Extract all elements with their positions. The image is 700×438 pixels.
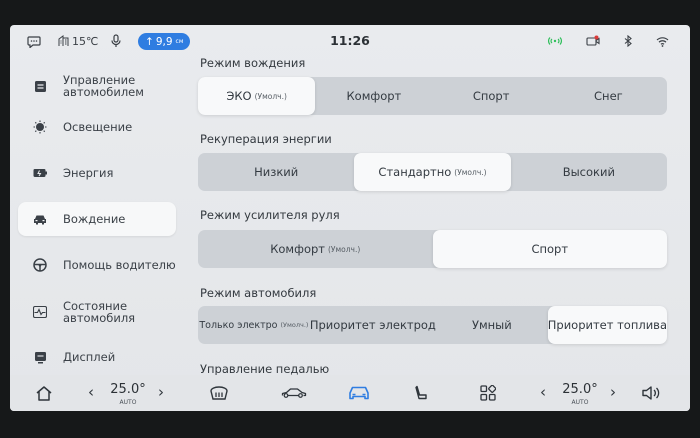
section-title-vehicle-mode: Режим автомобиля — [200, 286, 317, 300]
camera-record-icon — [586, 32, 600, 50]
sidebar-item-energy[interactable]: Энергия — [18, 156, 176, 190]
sidebar-item-label: Управление автомобилем — [63, 72, 144, 99]
section-title-steering-assist: Режим усилителя руля — [200, 208, 340, 222]
option-ev-priority[interactable]: Приоритет электрод — [310, 306, 436, 344]
option-default-note: (Умолч.) — [454, 167, 487, 177]
steering-wheel-icon — [33, 258, 47, 272]
chevron-right-icon[interactable]: › — [158, 383, 164, 401]
sidebar-item-label: Освещение — [63, 119, 133, 134]
right-temp-value: 25.0° — [562, 382, 598, 397]
option-fuel-priority[interactable]: Приоритет топлива — [547, 306, 668, 344]
sidebar-item-label: Энергия — [63, 165, 114, 180]
option-label: Приоритет топлива — [547, 318, 668, 332]
option-sport[interactable]: Спорт — [433, 77, 550, 115]
right-auto-label: AUTO — [571, 399, 589, 406]
regeneration-selector: Низкий Стандартно (Умолч.) Высокий — [198, 153, 667, 191]
option-label: Спорт — [472, 89, 510, 103]
option-label: Умный — [471, 318, 512, 332]
option-label: Высокий — [562, 165, 615, 179]
sidebar-item-vehicle-control[interactable]: Управление автомобилем — [18, 69, 176, 103]
right-climate-control: ‹ 25.0° AUTO › — [538, 377, 622, 409]
drive-mode-selector: ЭКО (Умолч.) Комфорт Спорт Снег — [198, 77, 667, 115]
option-ev-only[interactable]: Только электро (Умолч.) — [198, 306, 310, 344]
left-temp-value: 25.0° — [110, 382, 146, 397]
steering-mode-selector: Комфорт (Умолч.) Спорт — [198, 230, 667, 268]
option-default-note: (Умолч.) — [280, 321, 309, 329]
left-auto-label: AUTO — [119, 399, 137, 406]
signal-icon — [547, 32, 563, 50]
option-high[interactable]: Высокий — [511, 153, 667, 191]
sidebar-item-label: Вождение — [63, 211, 126, 226]
option-label: Приоритет электрод — [309, 318, 436, 332]
sidebar: Управление автомобилем Освещение Энергия… — [10, 57, 190, 375]
car-control-icon — [33, 79, 47, 93]
sidebar-item-vehicle-status[interactable]: Состояние автомобиля — [18, 295, 176, 329]
left-climate-control: ‹ 25.0° AUTO › — [86, 377, 170, 409]
wifi-icon — [656, 32, 669, 50]
bottom-dock: ‹ 25.0° AUTO › ‹ 25.0° AUTO › — [10, 375, 690, 411]
light-icon — [33, 120, 47, 134]
screen: 15℃ ↑ 9,9 см 11:26 Управление автомобиле… — [10, 25, 690, 411]
sidebar-item-driver-assist[interactable]: Помощь водителю — [18, 248, 176, 282]
section-title-regeneration: Рекуперация энергии — [200, 132, 332, 146]
seat-icon[interactable] — [412, 381, 430, 405]
heartbeat-icon — [33, 305, 47, 319]
sidebar-item-label: Дисплей — [63, 349, 116, 364]
option-label: Спорт — [531, 242, 569, 256]
sidebar-item-label: Помощь водителю — [63, 257, 176, 272]
option-steering-sport[interactable]: Спорт — [432, 230, 667, 268]
option-eco[interactable]: ЭКО (Умолч.) — [198, 77, 316, 115]
section-title-drive-mode: Режим вождения — [200, 56, 306, 70]
volume-icon[interactable] — [640, 381, 662, 405]
option-low[interactable]: Низкий — [198, 153, 354, 191]
option-default-note: (Умолч.) — [327, 244, 361, 254]
vehicle-mode-selector: Только электро (Умолч.) Приоритет электро… — [198, 306, 668, 344]
option-label: Только электро — [199, 319, 278, 331]
option-default-note: (Умолч.) — [254, 91, 287, 101]
status-bar: 15℃ ↑ 9,9 см 11:26 — [10, 25, 690, 57]
option-label: Снег — [594, 89, 623, 103]
sidebar-item-display[interactable]: Дисплей — [18, 340, 176, 374]
option-smart[interactable]: Умный — [436, 306, 548, 344]
option-standard[interactable]: Стандартно (Умолч.) — [354, 153, 511, 191]
chevron-right-icon[interactable]: › — [610, 383, 616, 401]
option-label: Комфорт — [270, 242, 325, 256]
option-label: ЭКО — [226, 89, 252, 103]
defrost-icon[interactable] — [208, 381, 230, 405]
option-comfort[interactable]: Комфорт — [315, 77, 432, 115]
sidebar-item-label: Состояние автомобиля — [63, 298, 136, 325]
option-steering-comfort[interactable]: Комфорт (Умолч.) — [198, 230, 433, 268]
apps-grid-icon[interactable] — [479, 381, 497, 405]
sidebar-item-lighting[interactable]: Освещение — [18, 110, 176, 144]
option-label: Стандартно — [378, 165, 452, 179]
chevron-left-icon[interactable]: ‹ — [540, 383, 546, 401]
display-icon — [33, 350, 47, 364]
car-icon — [33, 212, 47, 226]
car-front-icon[interactable] — [347, 381, 371, 405]
chevron-left-icon[interactable]: ‹ — [88, 383, 94, 401]
bluetooth-icon — [624, 32, 632, 50]
option-label: Комфорт — [346, 89, 402, 103]
battery-icon — [33, 166, 47, 180]
option-label: Низкий — [254, 165, 299, 179]
sidebar-item-driving[interactable]: Вождение — [18, 202, 176, 236]
home-icon[interactable] — [33, 381, 55, 405]
section-title-pedal-control: Управление педалью — [200, 362, 330, 376]
option-snow[interactable]: Снег — [550, 77, 667, 115]
car-side-icon[interactable] — [280, 381, 308, 405]
